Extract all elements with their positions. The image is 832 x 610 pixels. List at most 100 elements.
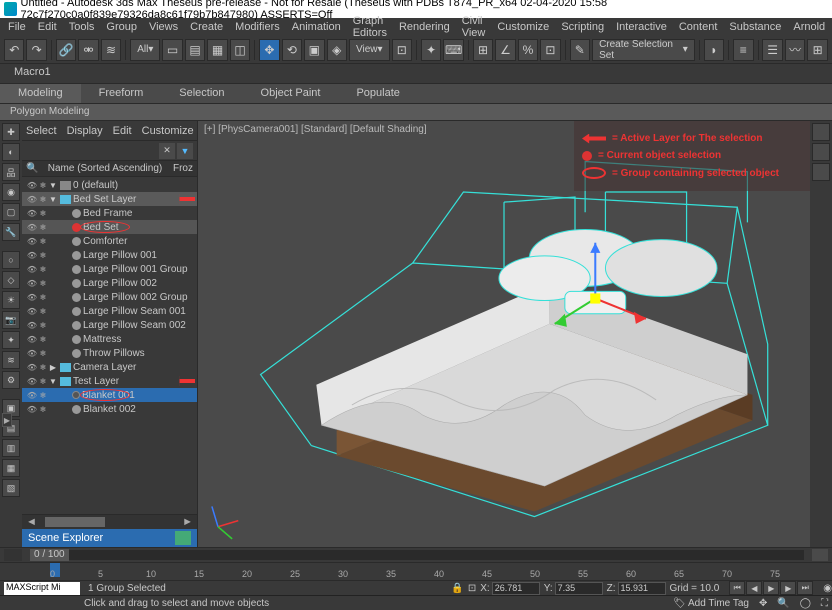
- menu-interactive[interactable]: Interactive: [610, 21, 673, 33]
- menu-views[interactable]: Views: [143, 21, 184, 33]
- ref-coord-dropdown[interactable]: View ▾: [349, 39, 390, 61]
- visibility-icon[interactable]: 👁: [26, 237, 38, 246]
- menu-arnold[interactable]: Arnold: [787, 21, 831, 33]
- freeze-icon[interactable]: ❄: [38, 293, 48, 302]
- rp-a-icon[interactable]: [812, 123, 830, 141]
- se-menu-customize[interactable]: Customize: [142, 125, 194, 137]
- tree-row[interactable]: 👁❄▼0 (default): [22, 178, 197, 192]
- freeze-icon[interactable]: ❄: [38, 237, 48, 246]
- freeze-icon[interactable]: ❄: [38, 349, 48, 358]
- menu-graph-editors[interactable]: Graph Editors: [347, 15, 393, 39]
- time-config-icon[interactable]: [4, 549, 22, 561]
- cp-hierarchy-icon[interactable]: 品: [2, 163, 20, 181]
- layers-icon[interactable]: [175, 531, 191, 545]
- scale-button[interactable]: ▣: [304, 39, 324, 61]
- cp-modify-icon[interactable]: ◐: [2, 143, 20, 161]
- move-button[interactable]: ✥: [259, 39, 279, 61]
- select-by-name-button[interactable]: ▤: [185, 39, 205, 61]
- expand-toggle[interactable]: ▼: [48, 195, 58, 204]
- tab-freeform[interactable]: Freeform: [81, 84, 162, 103]
- visibility-icon[interactable]: 👁: [26, 181, 38, 190]
- tool-c-icon[interactable]: ▥: [2, 439, 20, 457]
- link-button[interactable]: 🔗: [56, 39, 76, 61]
- visibility-icon[interactable]: 👁: [26, 265, 38, 274]
- tree-row[interactable]: 👁❄Throw Pillows: [22, 346, 197, 360]
- rotate-button[interactable]: ⟲: [282, 39, 302, 61]
- unlink-button[interactable]: ⚮: [78, 39, 98, 61]
- se-menu-display[interactable]: Display: [67, 125, 103, 137]
- viewport[interactable]: [+] [PhysCamera001] [Standard] [Default …: [198, 121, 810, 547]
- tree-row[interactable]: 👁❄Blanket 001: [22, 388, 197, 402]
- visibility-icon[interactable]: 👁: [26, 377, 38, 386]
- use-pivot-button[interactable]: ⊡: [392, 39, 412, 61]
- scene-tree[interactable]: 👁❄▼0 (default)👁❄▼Bed Set Layer👁❄Bed Fram…: [22, 177, 197, 514]
- menu-scripting[interactable]: Scripting: [555, 21, 610, 33]
- menu-create[interactable]: Create: [184, 21, 229, 33]
- freeze-icon[interactable]: ❄: [38, 405, 48, 414]
- tree-row[interactable]: 👁❄Large Pillow Seam 001: [22, 304, 197, 318]
- visibility-icon[interactable]: 👁: [26, 251, 38, 260]
- named-selection-dropdown[interactable]: Create Selection Set ▾: [592, 39, 695, 61]
- visibility-icon[interactable]: 👁: [26, 349, 38, 358]
- layers-toggle-button[interactable]: ☰: [762, 39, 782, 61]
- freeze-icon[interactable]: ❄: [38, 335, 48, 344]
- tree-row[interactable]: 👁❄Large Pillow 002: [22, 276, 197, 290]
- tree-row[interactable]: 👁❄Large Pillow Seam 002: [22, 318, 197, 332]
- freeze-icon[interactable]: ❄: [38, 195, 48, 204]
- freeze-icon[interactable]: ❄: [38, 377, 48, 386]
- key-mode-icon[interactable]: [812, 549, 828, 561]
- tool-d-icon[interactable]: ▦: [2, 459, 20, 477]
- percent-snap-button[interactable]: %: [518, 39, 538, 61]
- freeze-icon[interactable]: ❄: [38, 279, 48, 288]
- rp-b-icon[interactable]: [812, 143, 830, 161]
- menu-substance[interactable]: Substance: [723, 21, 787, 33]
- align-button[interactable]: ≡: [733, 39, 753, 61]
- tree-row[interactable]: 👁❄Bed Frame: [22, 206, 197, 220]
- selection-filter-dropdown[interactable]: All ▾: [130, 39, 160, 61]
- tree-row[interactable]: 👁❄Comforter: [22, 234, 197, 248]
- curve-editor-button[interactable]: 〰: [785, 39, 805, 61]
- menu-rendering[interactable]: Rendering: [393, 21, 456, 33]
- visibility-icon[interactable]: 👁: [26, 363, 38, 372]
- select-region-button[interactable]: ▦: [207, 39, 227, 61]
- tab-populate[interactable]: Populate: [338, 84, 417, 103]
- isolate-icon[interactable]: ⊡: [468, 583, 476, 594]
- expand-toggle[interactable]: ▼: [48, 181, 58, 190]
- visibility-icon[interactable]: 👁: [26, 405, 38, 414]
- freeze-icon[interactable]: ❄: [38, 181, 48, 190]
- tab-selection[interactable]: Selection: [161, 84, 242, 103]
- menu-file[interactable]: File: [2, 21, 32, 33]
- menu-animation[interactable]: Animation: [286, 21, 347, 33]
- visibility-icon[interactable]: 👁: [26, 279, 38, 288]
- visibility-icon[interactable]: 👁: [26, 335, 38, 344]
- freeze-icon[interactable]: ❄: [38, 307, 48, 316]
- time-slider[interactable]: 0 / 100: [30, 550, 804, 560]
- freeze-icon[interactable]: ❄: [38, 391, 48, 400]
- menu-edit[interactable]: Edit: [32, 21, 63, 33]
- tree-scrollbar-h[interactable]: ◄►: [22, 515, 197, 529]
- freeze-icon[interactable]: ❄: [38, 265, 48, 274]
- redo-button[interactable]: ↷: [26, 39, 46, 61]
- visibility-icon[interactable]: 👁: [26, 209, 38, 218]
- se-close-icon[interactable]: ✕: [159, 143, 175, 159]
- visibility-icon[interactable]: 👁: [26, 307, 38, 316]
- visibility-icon[interactable]: 👁: [26, 223, 38, 232]
- edit-named-sel-button[interactable]: ✎: [570, 39, 590, 61]
- shapes-icon[interactable]: ◇: [2, 271, 20, 289]
- menu-modifiers[interactable]: Modifiers: [229, 21, 286, 33]
- visibility-icon[interactable]: 👁: [26, 391, 38, 400]
- undo-button[interactable]: ↶: [4, 39, 24, 61]
- tab-object-paint[interactable]: Object Paint: [243, 84, 339, 103]
- nav-zoom-icon[interactable]: 🔍: [777, 598, 789, 609]
- panel-expand-handle[interactable]: ▶: [2, 413, 12, 427]
- col-frozen[interactable]: Froz: [173, 163, 193, 174]
- freeze-icon[interactable]: ❄: [38, 251, 48, 260]
- visibility-icon[interactable]: 👁: [26, 293, 38, 302]
- expand-toggle[interactable]: ▼: [48, 377, 58, 386]
- cp-utilities-icon[interactable]: 🔧: [2, 223, 20, 241]
- tree-row[interactable]: 👁❄▼Bed Set Layer: [22, 192, 197, 206]
- se-filter-icon[interactable]: ▼: [177, 143, 193, 159]
- manipulate-button[interactable]: ✦: [421, 39, 441, 61]
- se-menu-edit[interactable]: Edit: [113, 125, 132, 137]
- search-icon[interactable]: 🔍: [26, 163, 37, 174]
